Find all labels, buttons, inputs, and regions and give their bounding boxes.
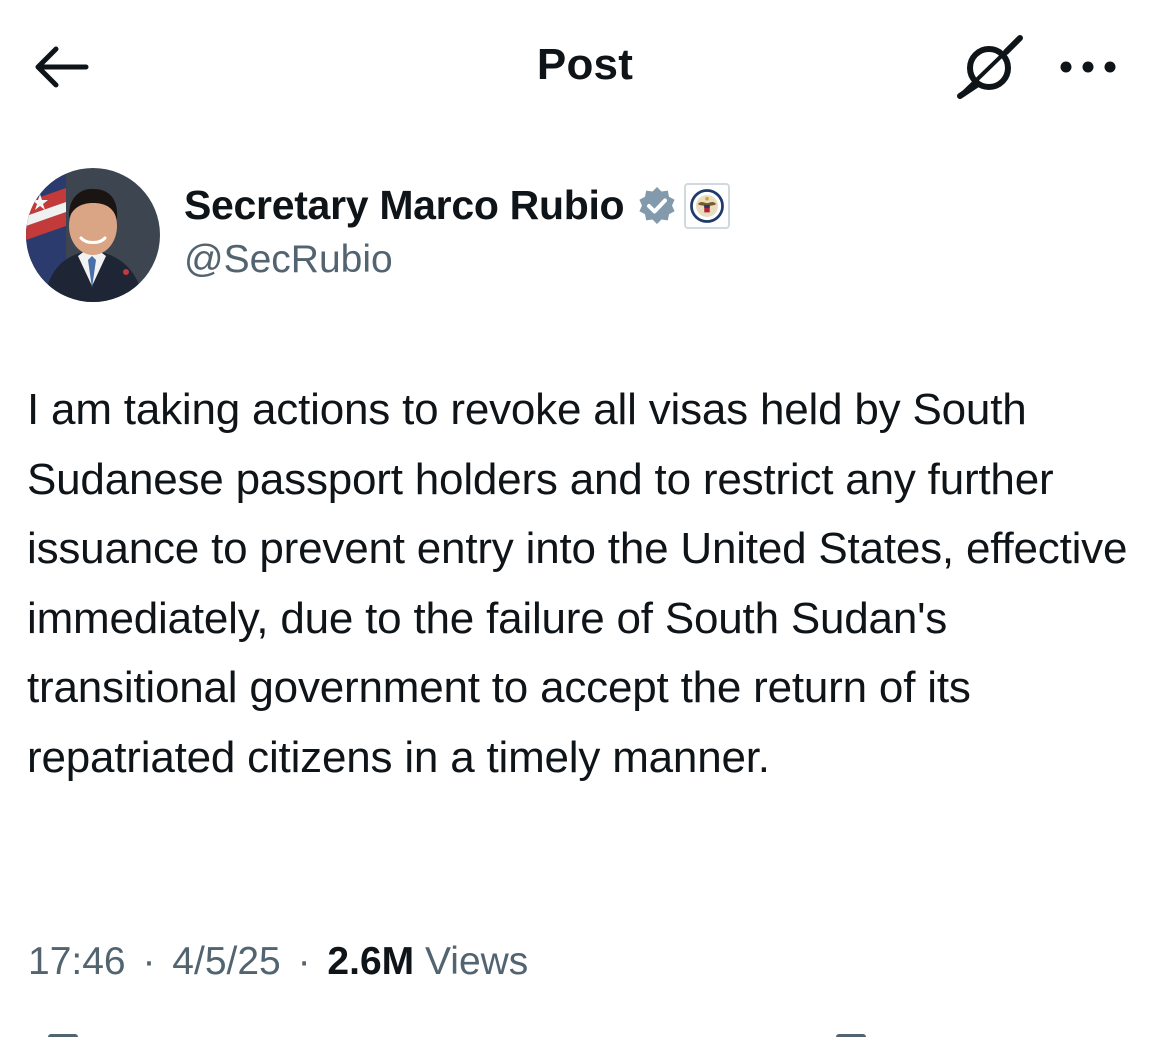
- views-label: Views: [424, 940, 529, 983]
- verified-badge-icon[interactable]: [636, 185, 678, 227]
- more-horizontal-icon: [1060, 61, 1116, 73]
- post-date[interactable]: 4/5/25: [172, 940, 280, 983]
- meta-separator: ·: [297, 940, 311, 983]
- top-bar: Post: [0, 0, 1170, 134]
- author-display-name[interactable]: Secretary Marco Rubio: [184, 182, 625, 229]
- avatar[interactable]: [26, 168, 160, 302]
- grok-button[interactable]: [954, 34, 1028, 100]
- us-state-department-seal-icon[interactable]: [684, 182, 731, 229]
- post-author: Secretary Marco Rubio @SecRubio: [26, 168, 1126, 304]
- post-text: I am taking actions to revoke all visas …: [27, 385, 1128, 782]
- author-handle[interactable]: @SecRubio: [184, 238, 393, 282]
- views-count[interactable]: 2.6M: [327, 940, 414, 983]
- grok-slash-icon: [957, 35, 1023, 99]
- post-time[interactable]: 17:46: [28, 940, 126, 983]
- reply-icon[interactable]: [48, 1034, 78, 1044]
- more-options-button[interactable]: [1052, 44, 1124, 90]
- post-metadata: 17:46 · 4/5/25 · 2.6M Views: [28, 940, 528, 984]
- author-name-row: Secretary Marco Rubio: [184, 182, 731, 229]
- meta-separator: ·: [142, 940, 156, 983]
- bookmark-icon[interactable]: [836, 1034, 866, 1044]
- avatar-photo: [26, 168, 160, 302]
